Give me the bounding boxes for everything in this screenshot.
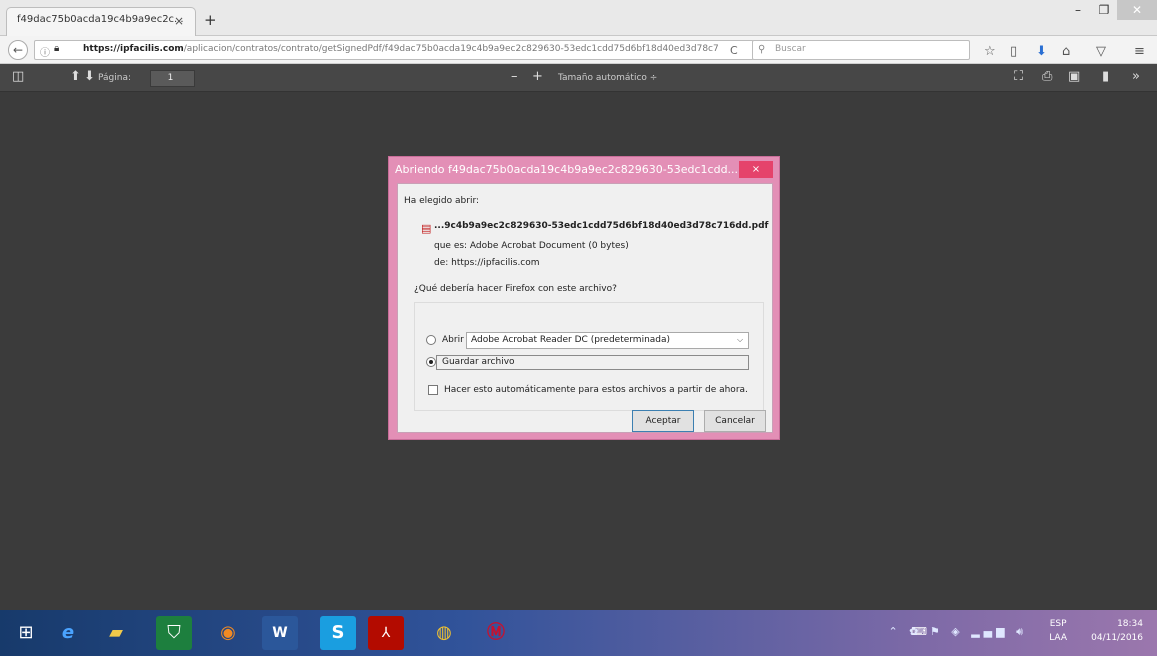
save-file-label: Guardar archivo (442, 357, 515, 367)
download-file-icon[interactable]: ▣ (1068, 69, 1080, 84)
file-type: que es: Adobe Acrobat Document (0 bytes) (434, 241, 629, 251)
bookmark-star-icon[interactable]: ☆ (984, 44, 996, 59)
url-path: /aplicacion/contratos/contrato/getSigned… (183, 44, 719, 54)
system-tray-icons[interactable]: ⌃ ✿ ⚑ ◈ ▂▄▆ 🔊︎ (888, 625, 1027, 639)
internet-explorer-icon[interactable]: e (50, 616, 86, 650)
new-tab-button[interactable]: + (204, 11, 217, 29)
zoom-out-button[interactable]: – (511, 69, 518, 84)
open-file-dialog: Abriendo f49dac75b0acda19c4b9a9ec2c82963… (388, 156, 780, 440)
back-button[interactable]: ← (8, 40, 28, 60)
print-icon[interactable]: ⎙ (1042, 69, 1052, 84)
zoom-select[interactable]: Tamaño automático ÷ (558, 73, 657, 83)
store-icon[interactable]: ⛉ (156, 616, 192, 650)
pocket-icon[interactable]: ▽ (1096, 44, 1106, 59)
chosen-label: Ha elegido abrir: (404, 196, 480, 206)
search-icon: ⚲ (758, 44, 766, 55)
file-name: ...9c4b9a9ec2c829630-53edc1cdd75d6bf18d4… (434, 221, 769, 231)
tab-close-icon[interactable]: × (174, 14, 184, 28)
tools-menu-icon[interactable]: » (1132, 69, 1140, 84)
downloads-icon[interactable]: ⬇ (1036, 44, 1047, 59)
dialog-body: Ha elegido abrir: ▤ ...9c4b9a9ec2c829630… (397, 183, 773, 433)
skype-icon[interactable]: S (320, 616, 356, 650)
page-number-input[interactable]: 1 (150, 70, 195, 87)
url-bar[interactable]: https://ipfacilis.com/aplicacion/contrat… (34, 40, 754, 60)
language-code: ESP (1049, 619, 1067, 629)
firefox-icon[interactable]: ◉ (210, 616, 246, 650)
chrome-icon[interactable]: ◍ (426, 616, 462, 650)
menu-icon[interactable]: ≡ (1134, 44, 1145, 59)
windows-taskbar: ⊞ e ▰ ⛉ ◉ W S ⅄ ◍ Ⓜ ⌨ ⌃ ✿ ⚑ ◈ ▂▄▆ 🔊︎ ESP… (0, 610, 1157, 656)
dialog-close-button[interactable]: × (739, 161, 773, 178)
page-label: Página: (98, 73, 132, 83)
bookmark-icon[interactable]: ▮ (1102, 69, 1109, 84)
keyboard-layout: LAA (1049, 633, 1067, 643)
acrobat-icon[interactable]: ⅄ (368, 616, 404, 650)
previous-page-icon[interactable]: ⬆ (70, 69, 81, 84)
pdf-file-icon: ▤ (421, 222, 432, 235)
reload-button[interactable]: C (730, 44, 738, 57)
info-icon[interactable]: ⓘ (40, 44, 50, 59)
language-indicator[interactable]: ESP LAA (1049, 617, 1067, 645)
next-page-icon[interactable]: ⬇ (84, 69, 95, 84)
tab-bar: f49dac75b0acda19c4b9a9ec2c... × + – ❐ ✕ (0, 0, 1157, 36)
windows-start-icon[interactable]: ⊞ (8, 616, 44, 650)
chevron-down-icon: ⌵ (737, 335, 744, 344)
sidebar-toggle-icon[interactable]: ◫ (12, 69, 24, 84)
pdf-toolbar: ◫ ⬆ ⬇ Página: 1 – + Tamaño automático ÷ … (0, 64, 1157, 92)
url-domain: https://ipfacilis.com (83, 44, 184, 54)
search-input[interactable]: Buscar (752, 40, 970, 60)
navigation-bar: ← https://ipfacilis.com/aplicacion/contr… (0, 36, 1157, 64)
tab-title: f49dac75b0acda19c4b9a9ec2c... (17, 14, 184, 25)
zoom-in-button[interactable]: + (532, 69, 543, 84)
minimize-button[interactable]: – (1065, 0, 1091, 20)
clock-time: 18:34 (1117, 619, 1143, 629)
browser-tab[interactable]: f49dac75b0acda19c4b9a9ec2c... (6, 7, 196, 36)
auto-label: Hacer esto automáticamente para estos ar… (444, 385, 748, 395)
auto-checkbox[interactable] (428, 385, 438, 395)
maximize-button[interactable]: ❐ (1091, 0, 1117, 20)
file-explorer-icon[interactable]: ▰ (98, 616, 134, 650)
fullscreen-icon[interactable]: ⛶ (1014, 69, 1023, 84)
clock-date: 04/11/2016 (1091, 633, 1143, 643)
window-close-button[interactable]: ✕ (1117, 0, 1157, 20)
open-with-radio[interactable] (426, 335, 436, 345)
application-select[interactable]: Adobe Acrobat Reader DC (predeterminada) (466, 332, 749, 349)
library-icon[interactable]: ▯ (1010, 44, 1017, 59)
cancel-button[interactable]: Cancelar (704, 410, 766, 432)
dialog-title: Abriendo f49dac75b0acda19c4b9a9ec2c82963… (395, 163, 739, 176)
window-controls: – ❐ ✕ (1065, 0, 1157, 22)
accept-button[interactable]: Aceptar (632, 410, 694, 432)
clock[interactable]: 18:34 04/11/2016 (1091, 617, 1143, 645)
word-icon[interactable]: W (262, 616, 298, 650)
home-icon[interactable]: ⌂ (1062, 44, 1070, 59)
question-label: ¿Qué debería hacer Firefox con este arch… (414, 284, 617, 294)
file-source: de: https://ipfacilis.com (434, 258, 540, 268)
mcafee-icon[interactable]: Ⓜ (478, 616, 514, 650)
save-file-radio[interactable] (426, 357, 436, 367)
lock-icon: 🔒︎ (54, 43, 60, 54)
